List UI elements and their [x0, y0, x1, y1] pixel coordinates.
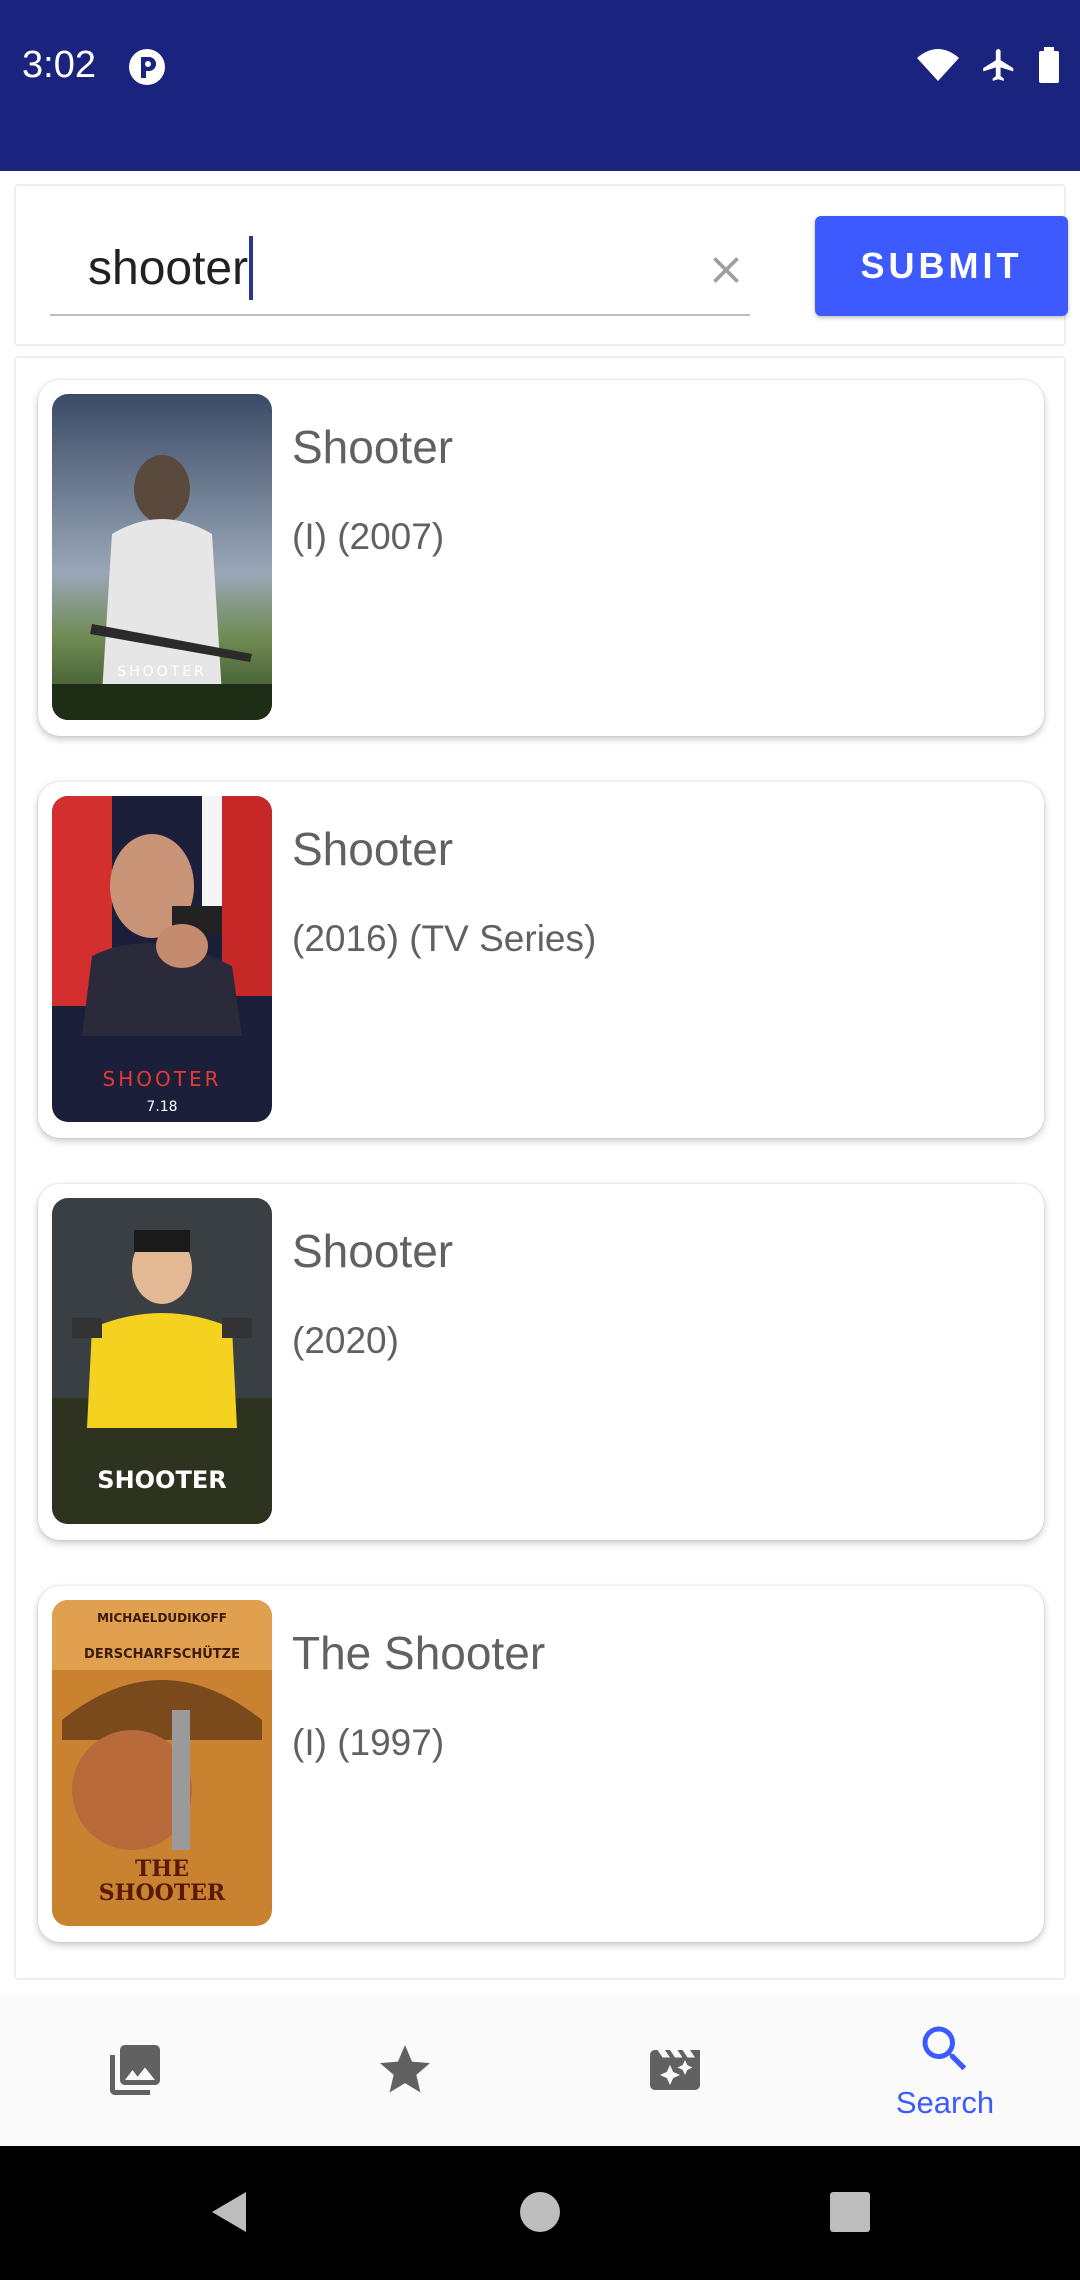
search-card: shooter SUBMIT	[14, 184, 1068, 346]
photo-library-icon	[110, 2045, 160, 2095]
home-icon	[520, 2192, 560, 2232]
airplane-mode-icon	[983, 49, 1014, 81]
result-subtitle: (I) (1997)	[292, 1722, 445, 1763]
movie-poster: SHOOTER	[52, 1198, 272, 1524]
result-subtitle: (2016) (TV Series)	[292, 918, 597, 959]
text-caret	[249, 236, 254, 300]
bottom-navigation: Search	[0, 1994, 1080, 2146]
close-icon	[713, 257, 739, 283]
wifi-icon	[917, 49, 959, 81]
svg-text:DERSCHARFSCHÜTZE: DERSCHARFSCHÜTZE	[84, 1646, 240, 1662]
results-list[interactable]: SHOOTER Shooter (I) (2007) SHOOTER 7.18 …	[14, 356, 1066, 1980]
recents-button[interactable]	[818, 2180, 882, 2244]
result-subtitle: (2020)	[292, 1320, 399, 1361]
result-card[interactable]: SHOOTER Shooter (2020)	[38, 1184, 1044, 1540]
result-title: The Shooter	[292, 1627, 546, 1679]
svg-text:SHOOTER: SHOOTER	[97, 1466, 226, 1494]
svg-text:MICHAELDUDIKOFF: MICHAELDUDIKOFF	[97, 1611, 227, 1625]
svg-text:SHOOTER: SHOOTER	[117, 664, 207, 680]
svg-text:SHOOTER: SHOOTER	[103, 1067, 222, 1091]
svg-text:THE: THE	[135, 1856, 189, 1882]
status-icons	[916, 46, 1060, 84]
star-icon	[380, 2045, 430, 2093]
submit-button[interactable]: SUBMIT	[815, 216, 1068, 316]
nav-item-search[interactable]: Search	[810, 1994, 1080, 2146]
result-title: Shooter	[292, 1225, 454, 1277]
nav-label-search: Search	[895, 2085, 995, 2120]
result-card[interactable]: SHOOTER 7.18 Shooter (2016) (TV Series)	[38, 782, 1044, 1138]
result-subtitle: (I) (2007)	[292, 516, 445, 557]
home-button[interactable]	[508, 2180, 572, 2244]
recents-icon	[830, 2192, 870, 2232]
nav-item-movies[interactable]	[540, 1994, 810, 2146]
clear-search-button[interactable]	[698, 242, 754, 298]
back-icon	[212, 2192, 246, 2232]
result-title: Shooter	[292, 823, 454, 875]
back-button[interactable]	[196, 2180, 260, 2244]
nav-item-gallery[interactable]	[0, 1994, 270, 2146]
search-icon	[922, 2026, 967, 2071]
search-input-text: shooter	[88, 236, 254, 302]
app-notification-icon	[129, 49, 165, 85]
status-bar: 3:02	[0, 0, 1080, 171]
movie-poster: SHOOTER	[52, 394, 272, 720]
result-card[interactable]: SHOOTER Shooter (I) (2007)	[38, 380, 1044, 736]
svg-text:7.18: 7.18	[146, 1099, 177, 1115]
system-navigation-bar	[0, 2146, 1080, 2280]
result-title: Shooter	[292, 421, 454, 473]
movie-poster: SHOOTER 7.18	[52, 796, 272, 1122]
movie-poster: MICHAELDUDIKOFF DERSCHARFSCHÜTZE THE SHO…	[52, 1600, 272, 1926]
result-card[interactable]: MICHAELDUDIKOFF DERSCHARFSCHÜTZE THE SHO…	[38, 1586, 1044, 1942]
movie-filter-icon	[650, 2050, 700, 2090]
battery-icon	[1039, 47, 1059, 83]
status-time: 3:02	[22, 44, 96, 86]
nav-item-favorites[interactable]	[270, 1994, 540, 2146]
svg-text:SHOOTER: SHOOTER	[99, 1880, 226, 1906]
